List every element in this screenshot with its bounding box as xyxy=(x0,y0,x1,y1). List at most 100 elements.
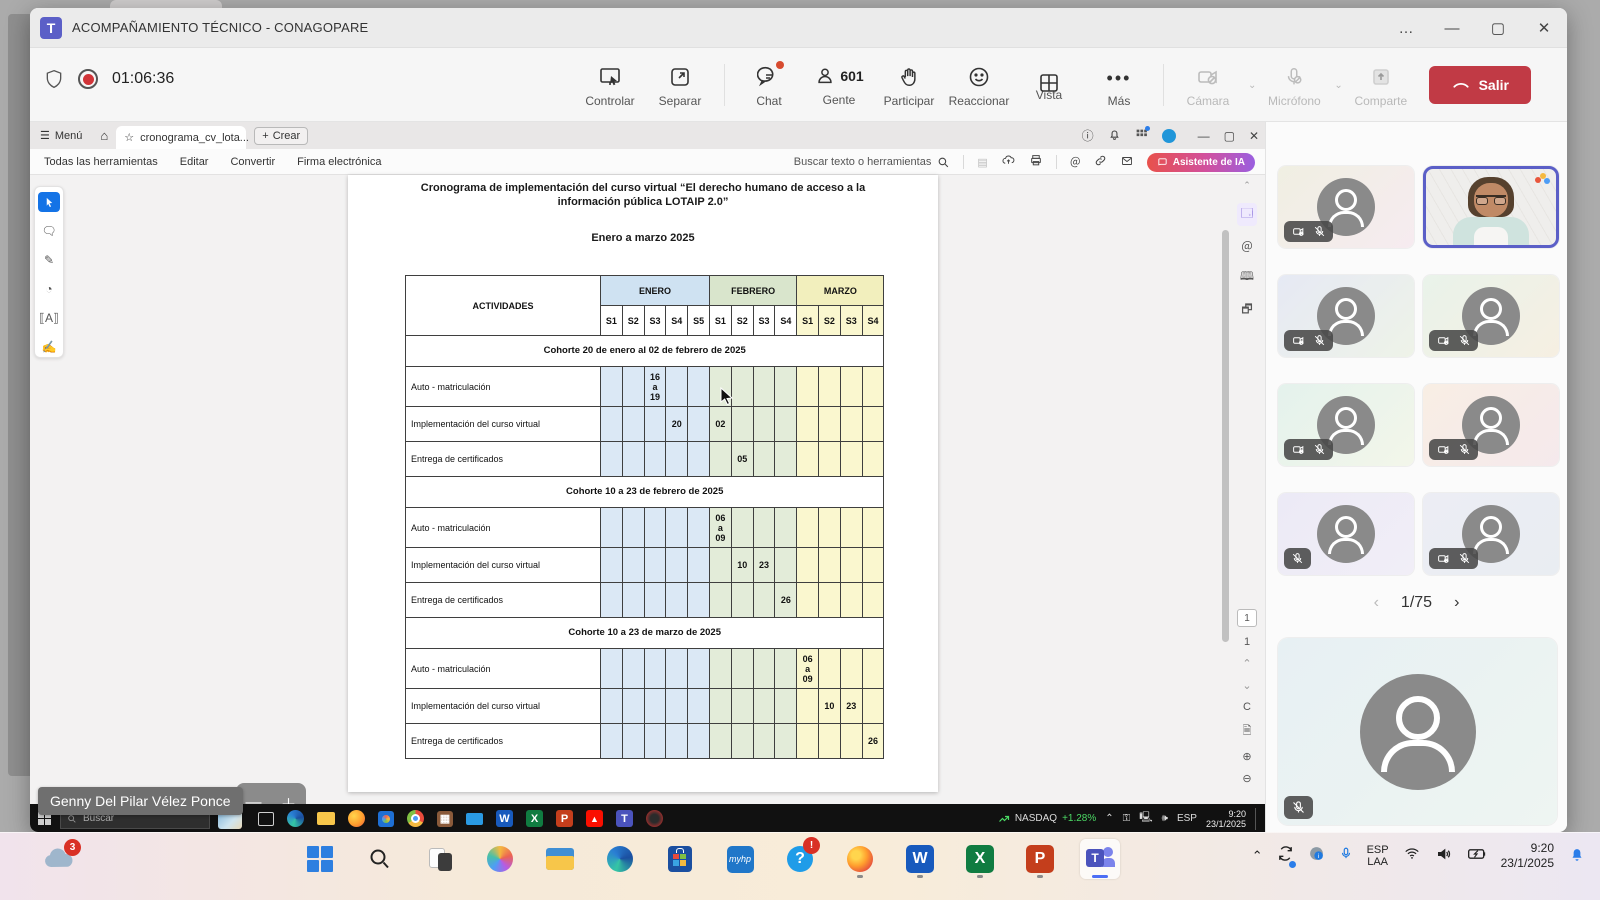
wifi-icon[interactable] xyxy=(1403,846,1421,866)
menu-esign[interactable]: Firma electrónica xyxy=(297,156,381,168)
microphone-tray-icon[interactable] xyxy=(1339,845,1353,867)
edge-button[interactable] xyxy=(600,839,640,879)
mail-icon[interactable] xyxy=(1120,155,1134,170)
notification-bell-icon[interactable] xyxy=(1568,845,1586,868)
participant-tile[interactable] xyxy=(1278,493,1414,575)
participant-video-tile[interactable] xyxy=(1423,166,1559,248)
pager-prev-button[interactable]: ‹ xyxy=(1374,594,1379,612)
window-minimize-button[interactable]: — xyxy=(1429,8,1475,48)
menu-edit[interactable]: Editar xyxy=(180,156,209,168)
apps-grid-icon[interactable] xyxy=(1135,128,1148,144)
help-icon[interactable]: ⓘ xyxy=(1082,127,1094,144)
menu-all-tools[interactable]: Todas las herramientas xyxy=(44,156,158,168)
account-avatar[interactable] xyxy=(1162,129,1176,143)
tray-chevron-icon[interactable]: ⌃ xyxy=(1252,848,1263,864)
comments-panel-icon[interactable]: ＠ xyxy=(1241,238,1253,255)
participant-tile[interactable] xyxy=(1278,166,1414,248)
folder-icon[interactable] xyxy=(317,812,335,825)
control-button[interactable]: Controlar xyxy=(578,63,642,108)
acrobat-search-box[interactable]: Buscar texto o herramientas xyxy=(794,156,951,169)
copilot-button[interactable] xyxy=(480,839,520,879)
select-tool[interactable] xyxy=(38,192,60,212)
more-button[interactable]: ••• Más xyxy=(1087,63,1151,108)
upload-cloud-icon[interactable] xyxy=(1001,154,1016,170)
word-button[interactable]: W xyxy=(900,839,940,879)
page-number-input[interactable]: 1 xyxy=(1237,609,1257,627)
acrobat-menu-button[interactable]: ☰ Menú xyxy=(30,129,92,142)
firefox-icon[interactable] xyxy=(348,810,365,827)
excel-button[interactable]: X xyxy=(960,839,1000,879)
panel-scroll-up-icon[interactable]: ⌃ xyxy=(1243,180,1251,191)
acrobat-minimize-button[interactable]: — xyxy=(1198,129,1210,143)
export-icon[interactable]: 🗎 xyxy=(1243,722,1252,741)
acrobat-close-button[interactable]: ✕ xyxy=(1249,129,1259,143)
page-down-icon[interactable]: ⌄ xyxy=(1242,679,1251,692)
word-icon[interactable]: W xyxy=(496,810,513,827)
print-icon[interactable] xyxy=(1029,154,1043,170)
start-button[interactable] xyxy=(300,839,340,879)
tray-clock[interactable]: 9:2023/1/2025 xyxy=(1501,841,1554,871)
document-tab[interactable]: ☆ cronograma_cv_lota... × xyxy=(116,126,246,149)
info-icon[interactable]: i xyxy=(1308,845,1325,867)
menu-convert[interactable]: Convertir xyxy=(230,156,275,168)
participant-tile[interactable] xyxy=(1278,384,1414,466)
volume-icon[interactable] xyxy=(1435,846,1453,867)
bookmarks-panel-icon[interactable]: 🕮 xyxy=(1240,267,1254,288)
raise-hand-button[interactable]: Participar xyxy=(877,63,941,108)
camera-button[interactable]: Cámara xyxy=(1176,63,1240,108)
acrobat-icon[interactable]: ▲ xyxy=(586,810,603,827)
window-more-button[interactable]: … xyxy=(1383,8,1429,48)
react-button[interactable]: Reaccionar xyxy=(947,63,1011,108)
file-explorer-button[interactable] xyxy=(540,839,580,879)
teams-icon[interactable]: T xyxy=(616,810,633,827)
window-close-button[interactable]: ✕ xyxy=(1521,8,1567,48)
bell-icon[interactable] xyxy=(1108,128,1121,144)
new-tab-button[interactable]: + Crear xyxy=(254,127,308,145)
pages-panel-icon[interactable]: 🗗 xyxy=(1241,300,1252,321)
participant-tile[interactable] xyxy=(1423,384,1559,466)
participant-tile[interactable] xyxy=(1423,493,1559,575)
tray-chevron-icon[interactable]: ⌃ xyxy=(1105,813,1113,824)
popout-button[interactable]: Separar xyxy=(648,63,712,108)
get-help-button[interactable]: ? ! xyxy=(780,839,820,879)
usb-icon[interactable]: ⚿ xyxy=(1123,813,1131,824)
chrome-icon[interactable] xyxy=(407,810,424,827)
view-button[interactable]: Vista xyxy=(1017,69,1081,102)
camera-chevron-icon[interactable]: ⌄ xyxy=(1248,80,1256,91)
display-icon[interactable]: 🖳 xyxy=(1139,810,1152,827)
keyboard-lang[interactable]: ESP xyxy=(1177,813,1197,824)
ai-panel-icon[interactable]: 🗔 xyxy=(1237,203,1256,226)
teams-taskbar-button[interactable]: T xyxy=(1080,839,1120,879)
microphone-chevron-icon[interactable]: ⌄ xyxy=(1334,80,1342,91)
zoom-in-icon[interactable]: ⊕ xyxy=(1242,750,1251,763)
onedrive-icon[interactable]: 3 xyxy=(42,847,74,874)
microphone-button[interactable]: Micrófono xyxy=(1262,63,1326,108)
mail-icon[interactable] xyxy=(466,813,483,825)
myhp-button[interactable]: myhp xyxy=(720,839,760,879)
draw-tool[interactable]: ◔ xyxy=(38,279,60,299)
sign-tool[interactable]: ✍ xyxy=(38,337,60,357)
edge-icon[interactable] xyxy=(287,810,304,827)
language-indicator[interactable]: ESPLAA xyxy=(1367,844,1389,868)
powerpoint-icon[interactable]: P xyxy=(556,810,573,827)
highlight-tool[interactable]: ✎ xyxy=(38,250,60,270)
taskbar-search-button[interactable] xyxy=(360,839,400,879)
powerpoint-button[interactable]: P xyxy=(1020,839,1060,879)
firefox-button[interactable] xyxy=(840,839,880,879)
pager-next-button[interactable]: › xyxy=(1454,594,1459,612)
ai-assistant-button[interactable]: Asistente de IA xyxy=(1147,153,1255,172)
pdf-scrollbar-thumb[interactable] xyxy=(1222,230,1229,642)
link-icon[interactable] xyxy=(1094,154,1107,170)
rotate-icon[interactable]: C xyxy=(1243,701,1251,713)
opera-icon[interactable] xyxy=(646,810,663,827)
acrobat-restore-button[interactable]: ▢ xyxy=(1224,129,1235,143)
stock-ticker[interactable]: NASDAQ +1.28% xyxy=(998,813,1096,825)
chat-button[interactable]: Chat xyxy=(737,63,801,108)
battery-icon[interactable] xyxy=(1467,847,1487,866)
stamp-icon[interactable]: ＠ xyxy=(1070,154,1081,170)
share-button[interactable]: Comparte xyxy=(1349,63,1413,108)
task-view-button[interactable] xyxy=(420,839,460,879)
store-icon[interactable]: ▦ xyxy=(437,811,453,827)
show-desktop-button[interactable] xyxy=(1255,808,1259,830)
excel-icon[interactable]: X xyxy=(526,810,543,827)
